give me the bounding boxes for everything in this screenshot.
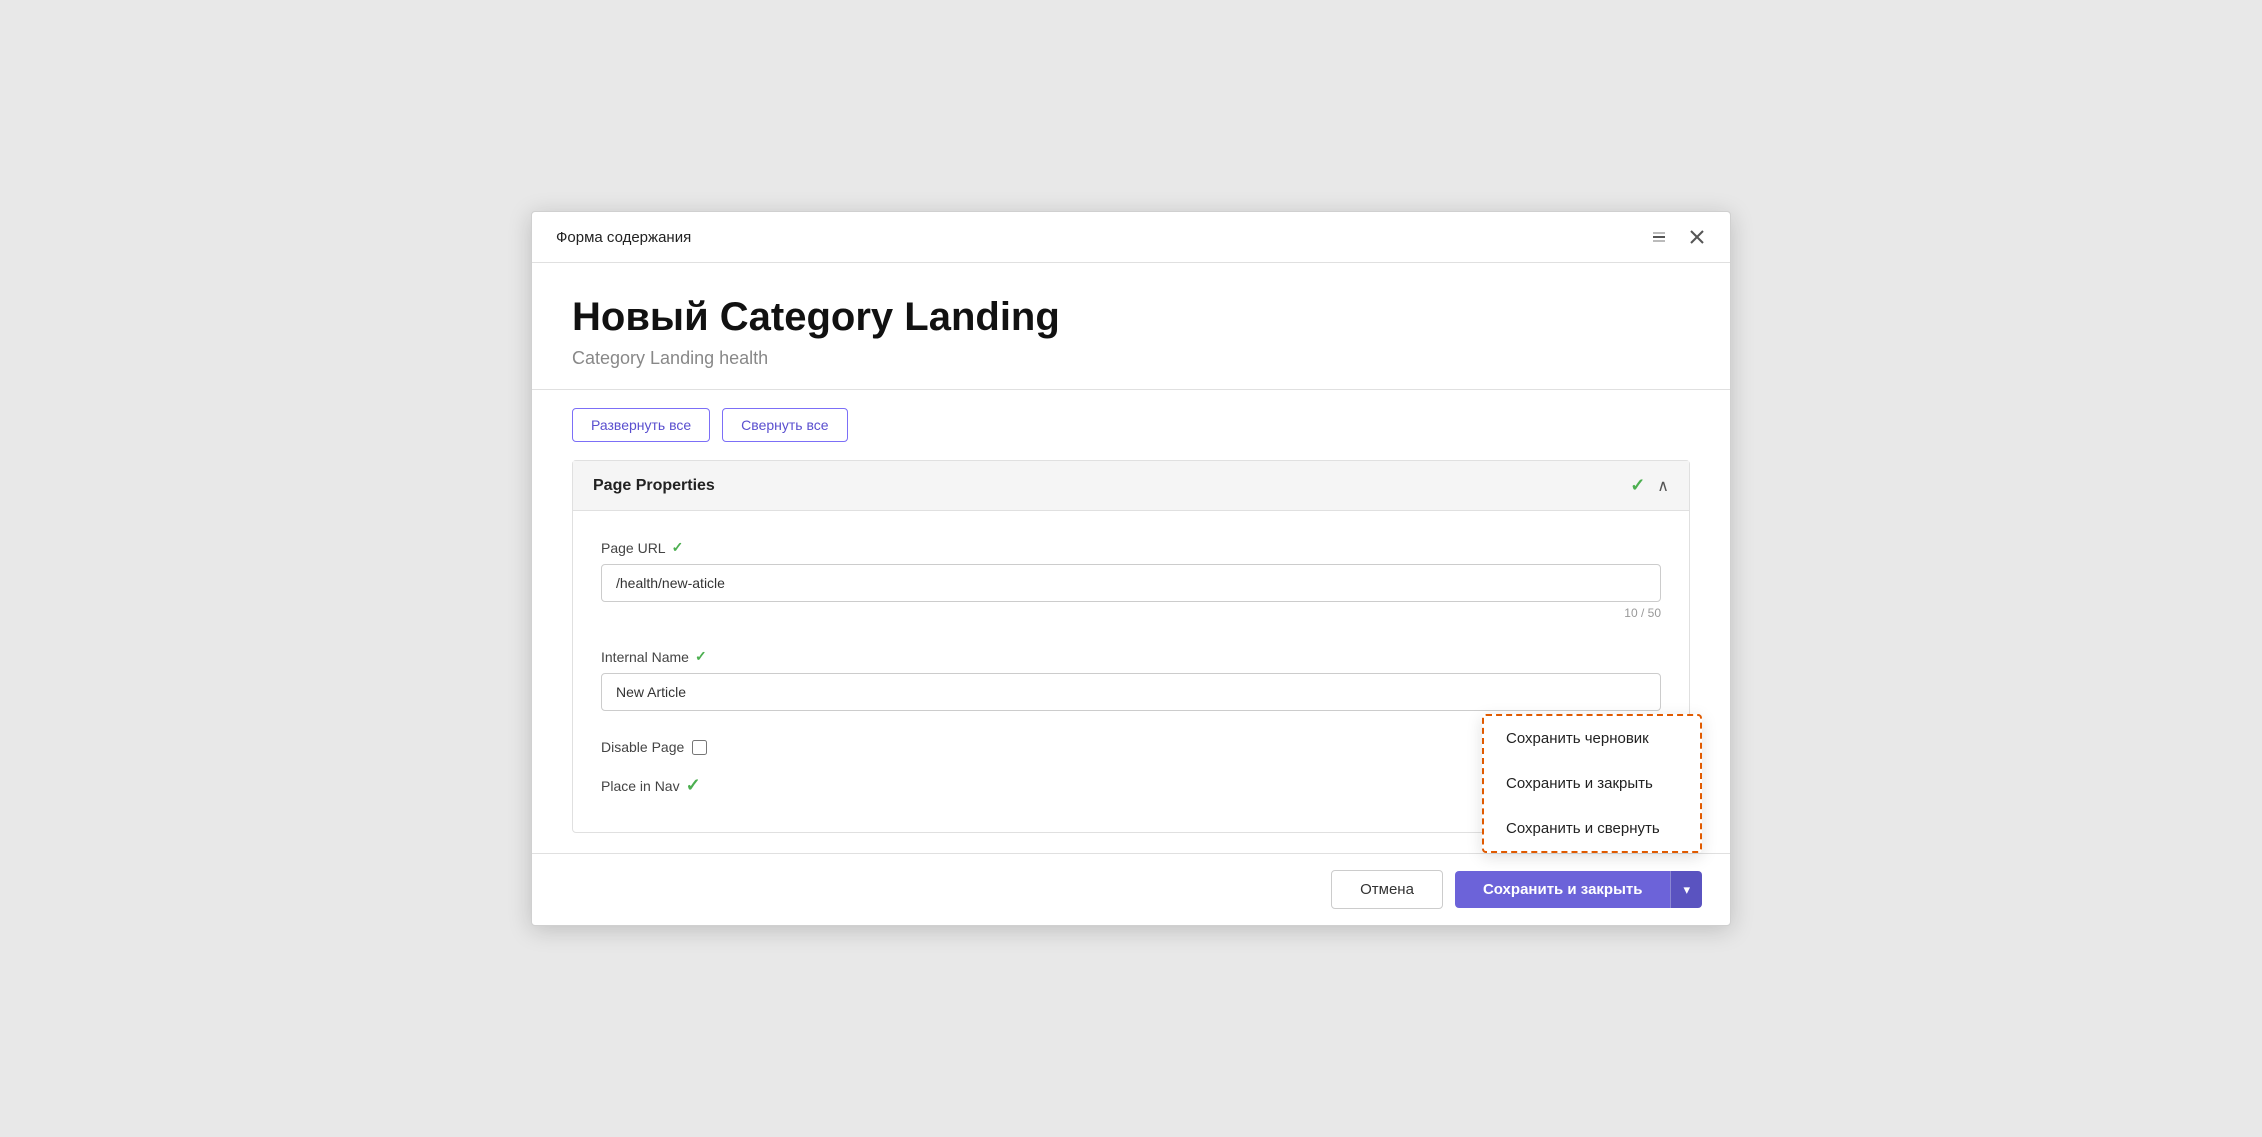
page-url-input-wrapper xyxy=(601,564,1661,602)
dropdown-item-save-close[interactable]: Сохранить и закрыть xyxy=(1484,761,1700,806)
title-bar-actions xyxy=(1646,226,1710,248)
save-dropdown: Сохранить черновик Сохранить и закрыть С… xyxy=(1482,714,1702,853)
content-header: Новый Category Landing Category Landing … xyxy=(532,263,1730,390)
internal-name-field-group: Internal Name ✓ xyxy=(601,648,1661,711)
save-arrow-icon: ▾ xyxy=(1683,882,1690,897)
save-arrow-button[interactable]: ▾ xyxy=(1670,871,1702,908)
section-chevron-icon[interactable]: ∧ xyxy=(1657,476,1669,496)
modal-window: Форма содержания Новый Category Landing … xyxy=(531,211,1731,926)
expand-all-button[interactable]: Развернуть все xyxy=(572,408,710,442)
section-header: Page Properties ✓ ∧ xyxy=(573,461,1689,511)
section-header-right: ✓ ∧ xyxy=(1630,475,1669,496)
internal-name-input[interactable] xyxy=(601,673,1661,711)
section-valid-icon: ✓ xyxy=(1630,475,1645,496)
dropdown-item-save-collapse[interactable]: Сохранить и свернуть xyxy=(1484,806,1700,851)
page-subtitle: Category Landing health xyxy=(572,348,1690,369)
cancel-button[interactable]: Отмена xyxy=(1331,870,1443,909)
page-url-counter: 10 / 50 xyxy=(601,606,1661,620)
modal-footer: Сохранить черновик Сохранить и закрыть С… xyxy=(532,853,1730,925)
page-title: Новый Category Landing xyxy=(572,295,1690,340)
minimize-button[interactable] xyxy=(1646,226,1672,248)
dropdown-item-draft[interactable]: Сохранить черновик xyxy=(1484,716,1700,761)
page-url-field-group: Page URL ✓ 10 / 50 xyxy=(601,539,1661,620)
disable-page-label: Disable Page xyxy=(601,739,684,755)
place-in-nav-valid-icon: ✓ xyxy=(686,775,701,796)
title-bar: Форма содержания xyxy=(532,212,1730,263)
save-split-button: Сохранить и закрыть ▾ xyxy=(1455,871,1702,908)
page-url-valid-icon: ✓ xyxy=(672,539,684,556)
toolbar: Развернуть все Свернуть все xyxy=(532,390,1730,460)
collapse-all-button[interactable]: Свернуть все xyxy=(722,408,847,442)
window-title: Форма содержания xyxy=(556,229,691,246)
page-url-input[interactable] xyxy=(601,564,1661,602)
internal-name-valid-icon: ✓ xyxy=(695,648,707,665)
disable-page-checkbox[interactable] xyxy=(692,740,707,755)
close-button[interactable] xyxy=(1684,226,1710,248)
page-url-label: Page URL ✓ xyxy=(601,539,1661,556)
section-title: Page Properties xyxy=(593,477,715,495)
internal-name-label: Internal Name ✓ xyxy=(601,648,1661,665)
save-close-button[interactable]: Сохранить и закрыть xyxy=(1455,871,1671,908)
